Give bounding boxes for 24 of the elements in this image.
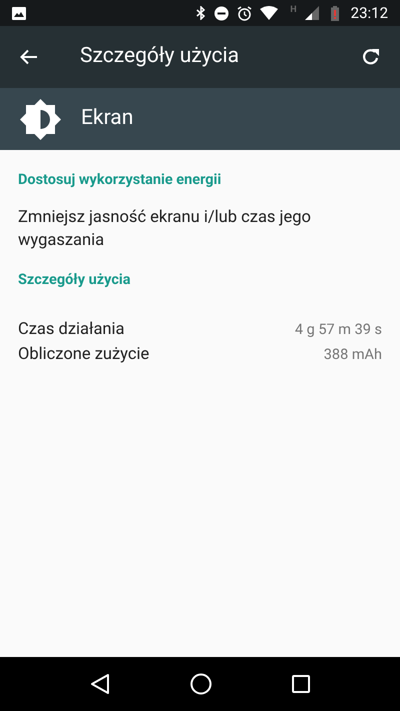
back-triangle-icon[interactable] <box>90 673 110 695</box>
battery-alert-icon <box>330 6 339 20</box>
image-icon <box>12 6 26 20</box>
section-header: Szczegóły użycia <box>17 270 132 290</box>
home-circle-icon[interactable] <box>190 673 212 695</box>
network-type: H <box>290 4 297 17</box>
toolbar-title: Szczegóły użycia <box>80 43 240 70</box>
app-name: Ekran <box>81 105 134 132</box>
refresh-icon[interactable] <box>362 48 380 66</box>
signal-icon <box>304 6 319 20</box>
brightness-icon <box>20 98 61 140</box>
bluetooth-icon <box>196 6 206 20</box>
wifi-icon <box>260 6 278 20</box>
stat-value: 388 mAh <box>324 345 382 365</box>
back-arrow-icon[interactable] <box>20 49 38 65</box>
stat-value: 4 g 57 m 39 s <box>294 320 382 340</box>
stat-label: Czas działania <box>18 319 125 341</box>
alarm-clock-icon <box>237 6 252 20</box>
preference-summary[interactable]: Zmniejsz jasność ekranu i/lub czas jego wygaszania <box>0 206 400 252</box>
clock-time: 23:12 <box>350 2 388 24</box>
stat-label: Obliczone zużycie <box>18 344 150 366</box>
do-not-disturb-icon <box>214 6 230 20</box>
recents-square-icon[interactable] <box>292 675 310 693</box>
section-header: Dostosuj wykorzystanie energii <box>17 170 222 190</box>
